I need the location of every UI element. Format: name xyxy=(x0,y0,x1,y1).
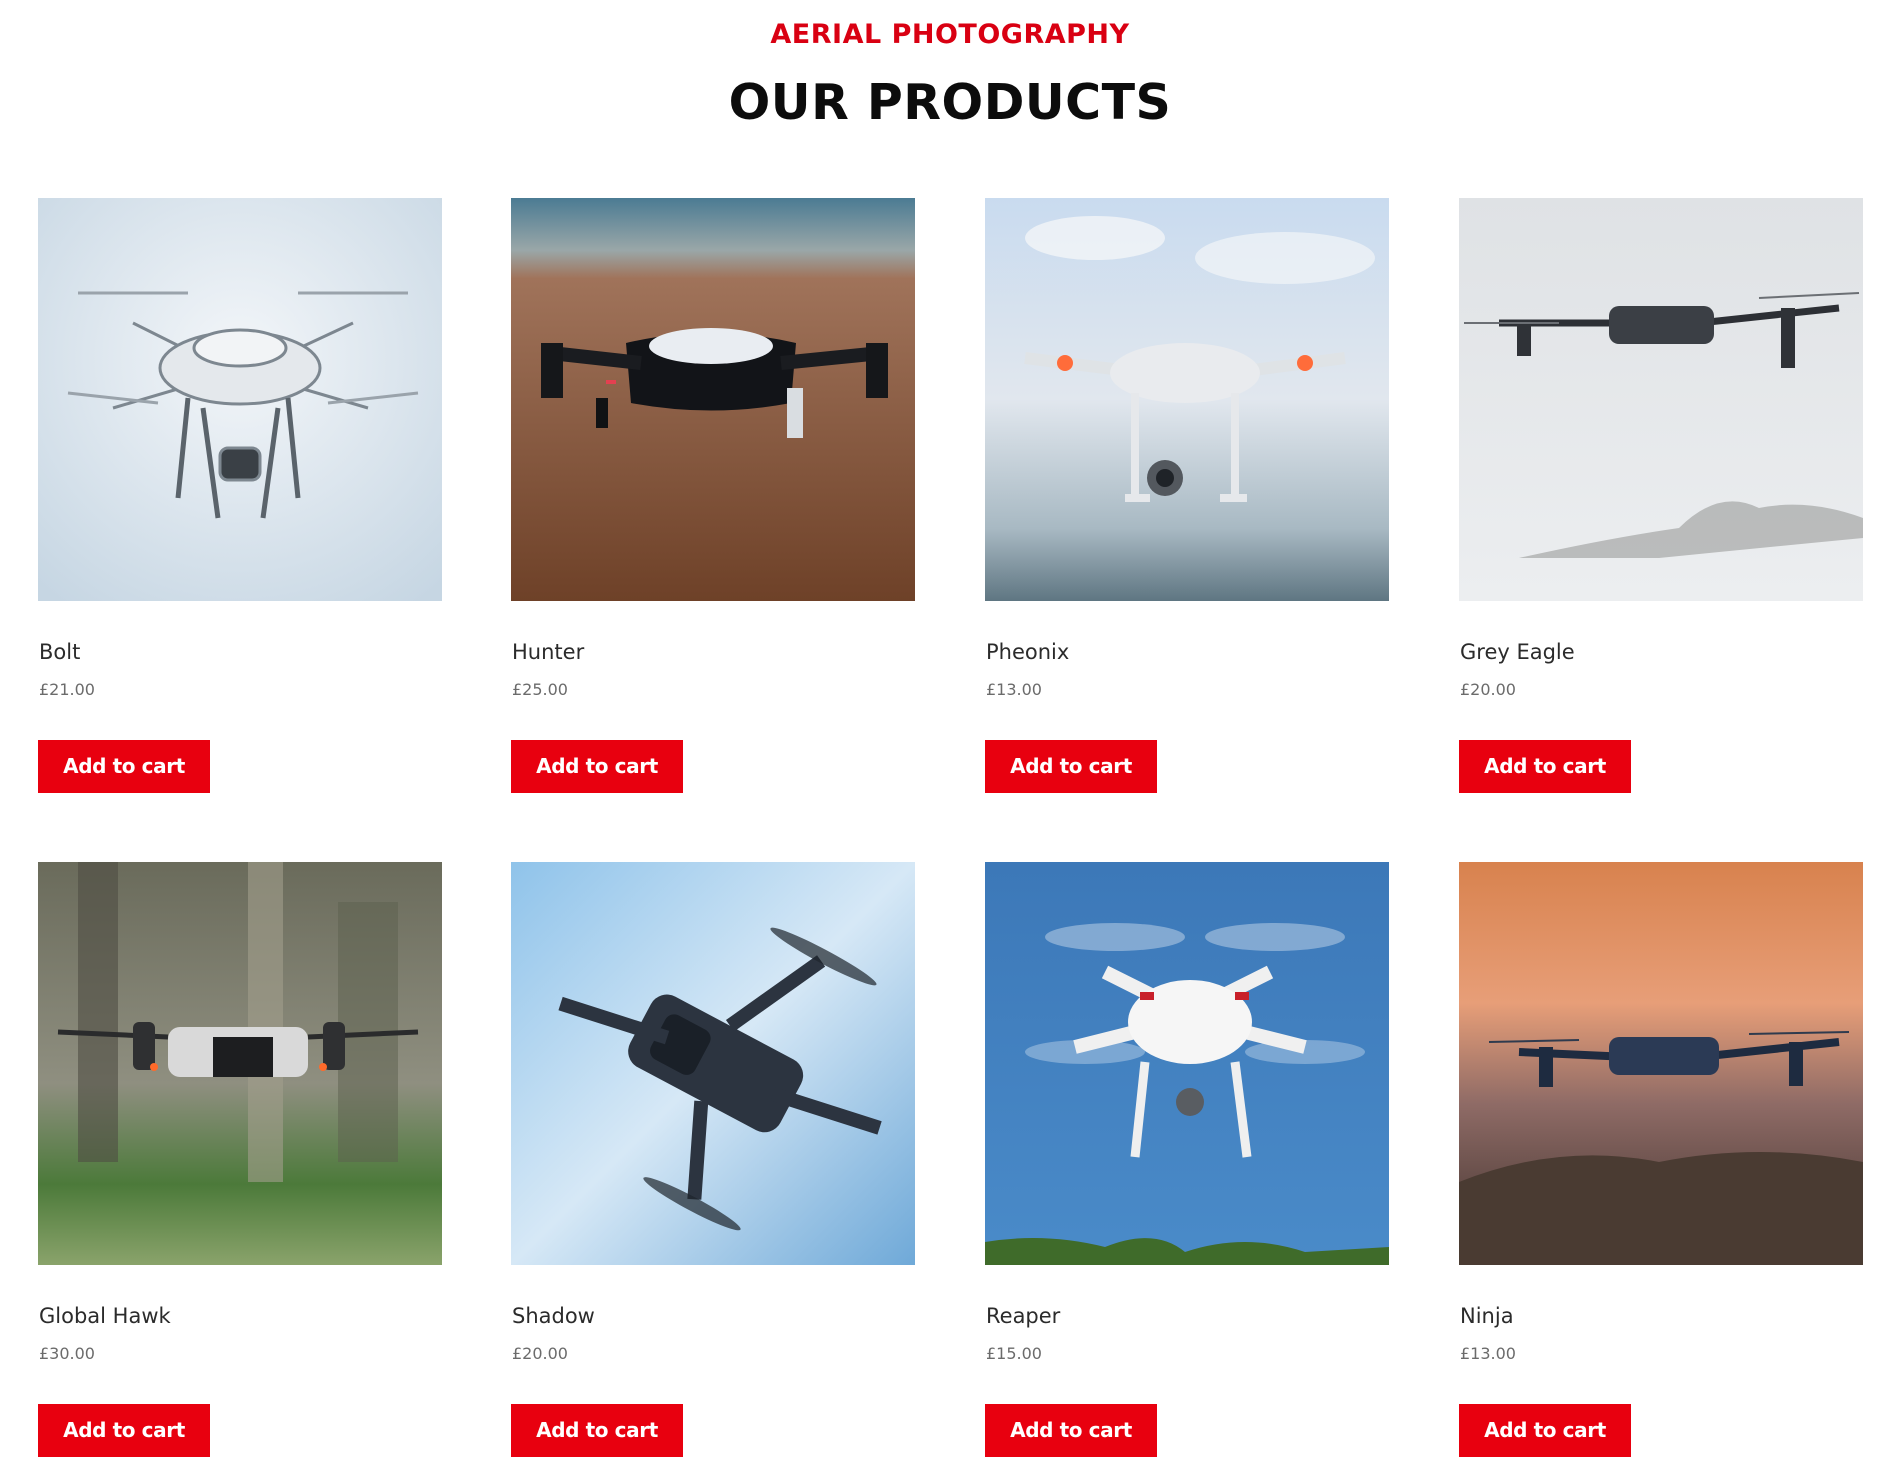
add-to-cart-button[interactable]: Add to cart xyxy=(985,740,1157,793)
product-price: £13.00 xyxy=(1460,1344,1516,1363)
product-image-link[interactable] xyxy=(1459,862,1863,1265)
add-to-cart-button[interactable]: Add to cart xyxy=(38,1404,210,1457)
product-image-link[interactable] xyxy=(511,198,915,601)
product-price: £20.00 xyxy=(1460,680,1516,699)
product-price: £13.00 xyxy=(986,680,1042,699)
section-eyebrow: AERIAL PHOTOGRAPHY xyxy=(770,19,1130,50)
section-title: OUR PRODUCTS xyxy=(728,74,1172,131)
product-name[interactable]: Bolt xyxy=(39,638,80,666)
product-image-link[interactable] xyxy=(985,862,1389,1265)
product-price: £21.00 xyxy=(39,680,95,699)
drone-photo xyxy=(511,198,915,601)
product-name[interactable]: Global Hawk xyxy=(39,1302,171,1330)
product-name[interactable]: Ninja xyxy=(1460,1302,1514,1330)
product-price: £20.00 xyxy=(512,1344,568,1363)
add-to-cart-button[interactable]: Add to cart xyxy=(511,740,683,793)
product-name[interactable]: Grey Eagle xyxy=(1460,638,1575,666)
product-price: £25.00 xyxy=(512,680,568,699)
drone-photo xyxy=(985,198,1389,601)
add-to-cart-button[interactable]: Add to cart xyxy=(985,1404,1157,1457)
product-image-link[interactable] xyxy=(511,862,915,1265)
product-image-link[interactable] xyxy=(38,862,442,1265)
drone-photo xyxy=(1459,862,1863,1265)
add-to-cart-button[interactable]: Add to cart xyxy=(1459,1404,1631,1457)
add-to-cart-button[interactable]: Add to cart xyxy=(511,1404,683,1457)
add-to-cart-button[interactable]: Add to cart xyxy=(1459,740,1631,793)
add-to-cart-button[interactable]: Add to cart xyxy=(38,740,210,793)
drone-photo xyxy=(38,862,442,1265)
product-name[interactable]: Reaper xyxy=(986,1302,1060,1330)
product-price: £15.00 xyxy=(986,1344,1042,1363)
product-name[interactable]: Pheonix xyxy=(986,638,1069,666)
product-price: £30.00 xyxy=(39,1344,95,1363)
product-image-link[interactable] xyxy=(985,198,1389,601)
product-image-link[interactable] xyxy=(1459,198,1863,601)
product-name[interactable]: Shadow xyxy=(512,1302,595,1330)
drone-photo xyxy=(985,862,1389,1265)
product-image-link[interactable] xyxy=(38,198,442,601)
drone-photo xyxy=(38,198,442,601)
product-name[interactable]: Hunter xyxy=(512,638,584,666)
drone-photo xyxy=(511,862,915,1265)
drone-photo xyxy=(1459,198,1863,601)
